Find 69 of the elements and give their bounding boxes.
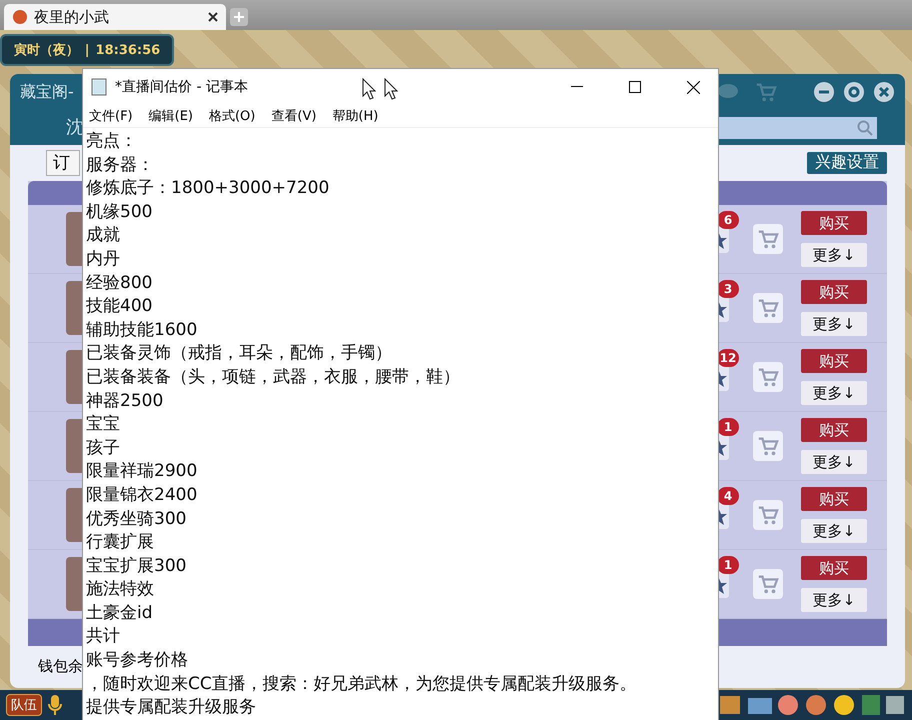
more-button[interactable]: 更多↓ [801, 519, 867, 544]
text-line: 共计 [86, 625, 121, 648]
menu-item[interactable]: 文件(F) [89, 107, 133, 125]
buy-button[interactable]: 购买 [801, 418, 867, 442]
text-line: 限量锦衣2400 [86, 484, 198, 507]
text-line: 修炼底子：1800+3000+7200 [86, 177, 330, 200]
text-line: 经验800 [86, 272, 154, 295]
count-badge: 3 [717, 280, 739, 298]
count-badge: 1 [717, 556, 739, 574]
buy-button[interactable]: 购买 [801, 349, 867, 374]
text-line: 亮点： [86, 130, 138, 153]
panel-title: 藏宝阁- [20, 82, 74, 102]
menu-item[interactable]: 查看(V) [271, 107, 316, 125]
menu-item[interactable]: 帮助(H) [332, 107, 378, 125]
browser-tab[interactable]: 夜里的小武 [4, 4, 226, 30]
team-button[interactable]: 队伍 [6, 694, 42, 716]
maximize-icon [629, 81, 641, 93]
more-button[interactable]: 更多↓ [801, 450, 867, 474]
text-line: 限量祥瑞2900 [86, 460, 198, 484]
interest-settings-button[interactable]: 兴趣设置 [807, 152, 887, 174]
buy-button[interactable]: 购买 [801, 280, 867, 304]
text-line: 成就 [86, 224, 121, 248]
more-button[interactable]: 更多↓ [801, 243, 867, 268]
text-line: 优秀坐骑300 [86, 508, 188, 530]
buy-button[interactable]: 购买 [801, 211, 867, 236]
text-line: 技能400 [86, 295, 154, 318]
game-clock: 寅时（夜） | 18:36:56 [0, 34, 174, 66]
window-title: *直播间估价 - 记事本 [115, 78, 248, 96]
count-badge: 4 [717, 487, 739, 506]
text-line: 已装备装备（头，项链，武器，衣服，腰带，鞋） [86, 366, 461, 389]
more-button[interactable]: 更多↓ [801, 588, 867, 612]
count-badge: 6 [717, 211, 739, 230]
new-tab-icon[interactable] [230, 8, 248, 26]
buy-button[interactable]: 购买 [801, 487, 867, 512]
text-line: 辅助技能1600 [86, 318, 198, 342]
text-line: 施法特效 [86, 578, 155, 602]
text-line: ，随时欢迎来CC直播，搜索：好兄弟武林，为您提供专属配装升级服务。 [86, 672, 638, 696]
minimize-icon [571, 86, 583, 88]
count-badge: 1 [717, 418, 739, 436]
mouse-cursor-icon [384, 78, 398, 100]
cart-icon[interactable] [755, 81, 777, 103]
text-line: 服务器： [86, 154, 155, 177]
text-line: 机缘500 [86, 200, 154, 224]
text-line: 神器2500 [86, 390, 164, 413]
menu-item[interactable]: 编辑(E) [148, 107, 193, 125]
more-button[interactable]: 更多↓ [801, 312, 867, 336]
close-icon [686, 80, 700, 94]
close-icon[interactable] [208, 12, 218, 22]
text-line: 土豪金id [86, 602, 154, 625]
text-line: 宝宝 [86, 413, 121, 436]
wallet-label: 钱包余 [38, 657, 83, 676]
search-icon [857, 120, 873, 136]
text-line: 宝宝扩展300 [86, 554, 188, 578]
text-line: 孩子 [86, 436, 121, 460]
more-button[interactable]: 更多↓ [801, 381, 867, 406]
text-line: 行囊扩展 [86, 531, 155, 554]
text-line: 内丹 [86, 248, 121, 271]
minimize-icon[interactable] [813, 81, 835, 103]
text-line: 账号参考价格 [86, 649, 189, 672]
mouse-cursor-icon [362, 78, 376, 100]
menu-item[interactable]: 格式(O) [208, 107, 256, 125]
count-badge: 12 [717, 349, 739, 368]
notepad-icon [91, 78, 107, 96]
text-line: 已装备灵饰（戒指，耳朵，配饰，手镯） [86, 342, 393, 366]
microphone-icon[interactable] [48, 694, 62, 716]
settings-icon[interactable] [843, 81, 865, 103]
order-dropdown[interactable]: 订 [46, 150, 80, 176]
text-line: 提供专属配装升级服务 [86, 696, 257, 720]
buy-button[interactable]: 购买 [801, 556, 867, 580]
